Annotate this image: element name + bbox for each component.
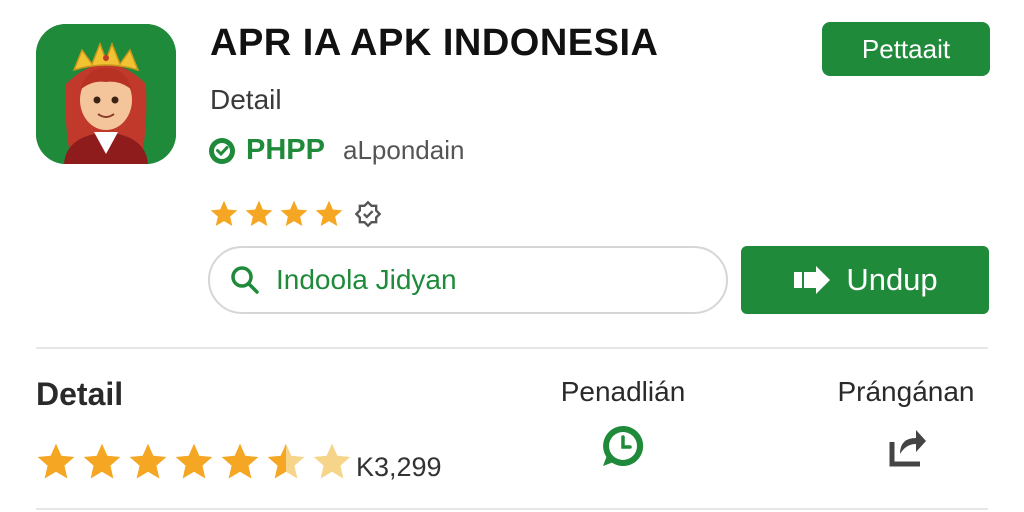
star-icon xyxy=(315,200,343,226)
developer-name[interactable]: PHPP xyxy=(246,134,325,167)
column-penadlian[interactable]: Penadlián xyxy=(548,376,698,470)
app-icon xyxy=(36,24,176,164)
star-icon xyxy=(210,200,238,226)
details-heading: Detail xyxy=(36,376,124,412)
app-subtitle: Detail xyxy=(210,84,282,115)
column-label: Penadlián xyxy=(560,376,686,407)
install-button[interactable]: Pettaait xyxy=(822,22,990,76)
verified-check-icon xyxy=(209,137,235,164)
star-icon xyxy=(129,443,167,479)
badge-icon xyxy=(354,200,382,228)
star-icon xyxy=(175,443,213,479)
column-label: Prángánan xyxy=(837,376,975,407)
star-empty-icon xyxy=(313,443,351,479)
small-rating xyxy=(208,198,382,230)
search-value: Indoola Jidyan xyxy=(276,264,457,295)
app-mascot-icon xyxy=(36,24,176,164)
details-rating xyxy=(34,440,354,484)
divider xyxy=(36,347,988,349)
star-icon xyxy=(37,443,75,479)
star-icon xyxy=(280,200,308,226)
share-icon xyxy=(889,430,926,467)
star-icon xyxy=(221,443,259,479)
download-label: Undup xyxy=(846,262,938,297)
search-input[interactable]: Indoola Jidyan xyxy=(208,246,728,314)
star-icon xyxy=(83,443,121,479)
app-title: APR IA APK INDONESIA xyxy=(210,22,659,64)
divider xyxy=(36,508,988,510)
star-icon xyxy=(245,200,273,226)
download-icon xyxy=(794,266,831,294)
search-icon xyxy=(231,266,259,294)
download-button[interactable]: Undup xyxy=(741,246,989,314)
column-prangan[interactable]: Prángánan xyxy=(818,376,994,470)
developer-row: PHPP aLpondain xyxy=(208,134,464,167)
star-half-icon xyxy=(267,443,305,479)
developer-extra: aLpondain xyxy=(342,135,465,165)
whatsapp-chat-icon xyxy=(603,425,644,466)
review-count: K3,299 xyxy=(356,452,442,482)
